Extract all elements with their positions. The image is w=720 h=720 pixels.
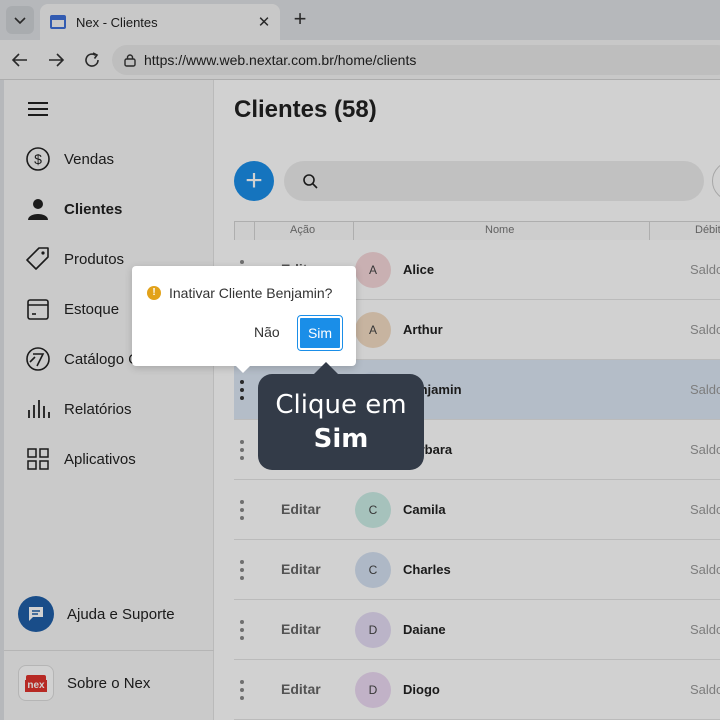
table-row[interactable]: Editar D Daiane Saldo bbox=[234, 600, 720, 660]
url-text: https://www.web.nextar.com.br/home/clien… bbox=[144, 52, 417, 68]
sidebar-divider bbox=[4, 650, 214, 651]
tooltip-line-2: Sim bbox=[313, 424, 369, 454]
close-icon[interactable]: ✕ bbox=[252, 13, 276, 31]
tab-list-button[interactable] bbox=[6, 6, 34, 34]
yes-button[interactable]: Sim bbox=[297, 315, 343, 351]
favicon-icon bbox=[50, 15, 66, 29]
more-options-icon[interactable] bbox=[238, 500, 246, 520]
balance-cell: Saldo bbox=[690, 682, 720, 697]
filter-button[interactable] bbox=[712, 161, 720, 201]
avatar: C bbox=[355, 552, 391, 588]
more-options-icon[interactable] bbox=[238, 560, 246, 580]
dollar-circle-icon: $ bbox=[22, 143, 54, 175]
avatar: D bbox=[355, 672, 391, 708]
client-name: Daiane bbox=[403, 622, 446, 637]
balance-cell: Saldo bbox=[690, 382, 720, 397]
more-options-icon[interactable] bbox=[238, 380, 246, 400]
lock-icon bbox=[122, 52, 138, 68]
table-row[interactable]: Editar C Charles Saldo bbox=[234, 540, 720, 600]
edit-button[interactable]: Editar bbox=[281, 501, 321, 517]
page-title: Clientes (58) bbox=[234, 96, 377, 123]
more-options-icon[interactable] bbox=[238, 440, 246, 460]
balance-cell: Saldo bbox=[690, 442, 720, 457]
forward-button[interactable] bbox=[44, 48, 68, 72]
box-icon bbox=[22, 293, 54, 325]
address-bar: https://www.web.nextar.com.br/home/clien… bbox=[0, 40, 720, 80]
client-name: Charles bbox=[403, 562, 451, 577]
more-options-icon[interactable] bbox=[238, 680, 246, 700]
avatar: D bbox=[355, 612, 391, 648]
avatar: C bbox=[355, 492, 391, 528]
sidebar-item-label: Relatórios bbox=[64, 400, 132, 418]
warning-icon: ! bbox=[147, 286, 161, 300]
table-header: Ação Nome Débit bbox=[234, 221, 720, 241]
sidebar-item-relatorios[interactable]: Relatórios bbox=[22, 389, 212, 429]
tab-title: Nex - Clientes bbox=[76, 14, 158, 30]
balance-cell: Saldo bbox=[690, 562, 720, 577]
search-icon bbox=[303, 174, 318, 189]
bar-chart-icon bbox=[22, 393, 54, 425]
help-support-button[interactable]: Ajuda e Suporte bbox=[18, 594, 175, 634]
client-name: Camila bbox=[403, 502, 446, 517]
sidebar-item-label: Catálogo O bbox=[64, 350, 140, 368]
about-label: Sobre o Nex bbox=[67, 674, 151, 692]
client-name: Arthur bbox=[403, 322, 443, 337]
column-header-nome[interactable]: Nome bbox=[485, 224, 514, 236]
sidebar-item-label: Vendas bbox=[64, 150, 115, 168]
sidebar-item-aplicativos[interactable]: Aplicativos bbox=[22, 439, 212, 479]
arrow-left-icon bbox=[11, 53, 27, 67]
reload-button[interactable] bbox=[80, 48, 104, 72]
add-client-button[interactable]: + bbox=[234, 161, 274, 201]
person-icon bbox=[22, 193, 54, 225]
browser-tab-bar: Nex - Clientes ✕ + bbox=[0, 0, 720, 40]
no-button[interactable]: Não bbox=[254, 324, 280, 340]
new-tab-button[interactable]: + bbox=[288, 8, 312, 32]
popover-message: Inativar Cliente Benjamin? bbox=[169, 285, 333, 301]
hamburger-menu-icon[interactable] bbox=[28, 102, 48, 118]
edit-button[interactable]: Editar bbox=[281, 621, 321, 637]
url-field[interactable]: https://www.web.nextar.com.br/home/clien… bbox=[112, 45, 720, 75]
client-name: Diogo bbox=[403, 682, 440, 697]
column-header-acao[interactable]: Ação bbox=[290, 224, 315, 236]
sidebar-item-label: Aplicativos bbox=[64, 450, 136, 468]
sidebar-item-clientes[interactable]: Clientes bbox=[22, 189, 212, 229]
edit-button[interactable]: Editar bbox=[281, 681, 321, 697]
avatar: A bbox=[355, 252, 391, 288]
column-header-debito[interactable]: Débit bbox=[695, 224, 720, 236]
arrow-right-icon bbox=[49, 53, 65, 67]
balance-cell: Saldo bbox=[690, 622, 720, 637]
back-button[interactable] bbox=[8, 48, 32, 72]
table-row[interactable]: Editar D Diogo Saldo bbox=[234, 660, 720, 720]
edit-button[interactable]: Editar bbox=[281, 561, 321, 577]
sidebar-item-label: Estoque bbox=[64, 300, 120, 318]
confirm-popover: ! Inativar Cliente Benjamin? Não Sim bbox=[132, 266, 356, 373]
balance-cell: Saldo bbox=[690, 262, 720, 277]
sidebar-item-vendas[interactable]: $ Vendas bbox=[22, 139, 212, 179]
table-row[interactable]: Editar C Camila Saldo bbox=[234, 480, 720, 540]
client-name: Alice bbox=[403, 262, 435, 277]
tag-icon bbox=[22, 243, 54, 275]
apps-grid-icon bbox=[22, 443, 54, 475]
about-nex-button[interactable]: nex Sobre o Nex bbox=[18, 663, 150, 703]
nex-logo-icon: nex bbox=[18, 665, 54, 701]
tutorial-tooltip: Clique em Sim bbox=[258, 362, 424, 470]
more-options-icon[interactable] bbox=[238, 620, 246, 640]
chevron-down-icon bbox=[14, 17, 26, 25]
tooltip-line-1: Clique em bbox=[275, 390, 407, 420]
sidebar: $ Vendas Clientes Produtos Estoque Catál… bbox=[4, 80, 214, 720]
search-input[interactable] bbox=[284, 161, 704, 201]
balance-cell: Saldo bbox=[690, 322, 720, 337]
sidebar-item-label: Produtos bbox=[64, 250, 125, 268]
plus-icon: + bbox=[245, 164, 263, 197]
chat-bubble-icon bbox=[18, 596, 54, 632]
sidebar-item-label: Clientes bbox=[64, 200, 123, 218]
catalog-icon bbox=[22, 343, 54, 375]
avatar: A bbox=[355, 312, 391, 348]
reload-icon bbox=[85, 52, 99, 67]
browser-tab[interactable]: Nex - Clientes ✕ bbox=[40, 4, 280, 40]
help-label: Ajuda e Suporte bbox=[67, 605, 175, 623]
svg-text:$: $ bbox=[34, 151, 42, 167]
balance-cell: Saldo bbox=[690, 502, 720, 517]
